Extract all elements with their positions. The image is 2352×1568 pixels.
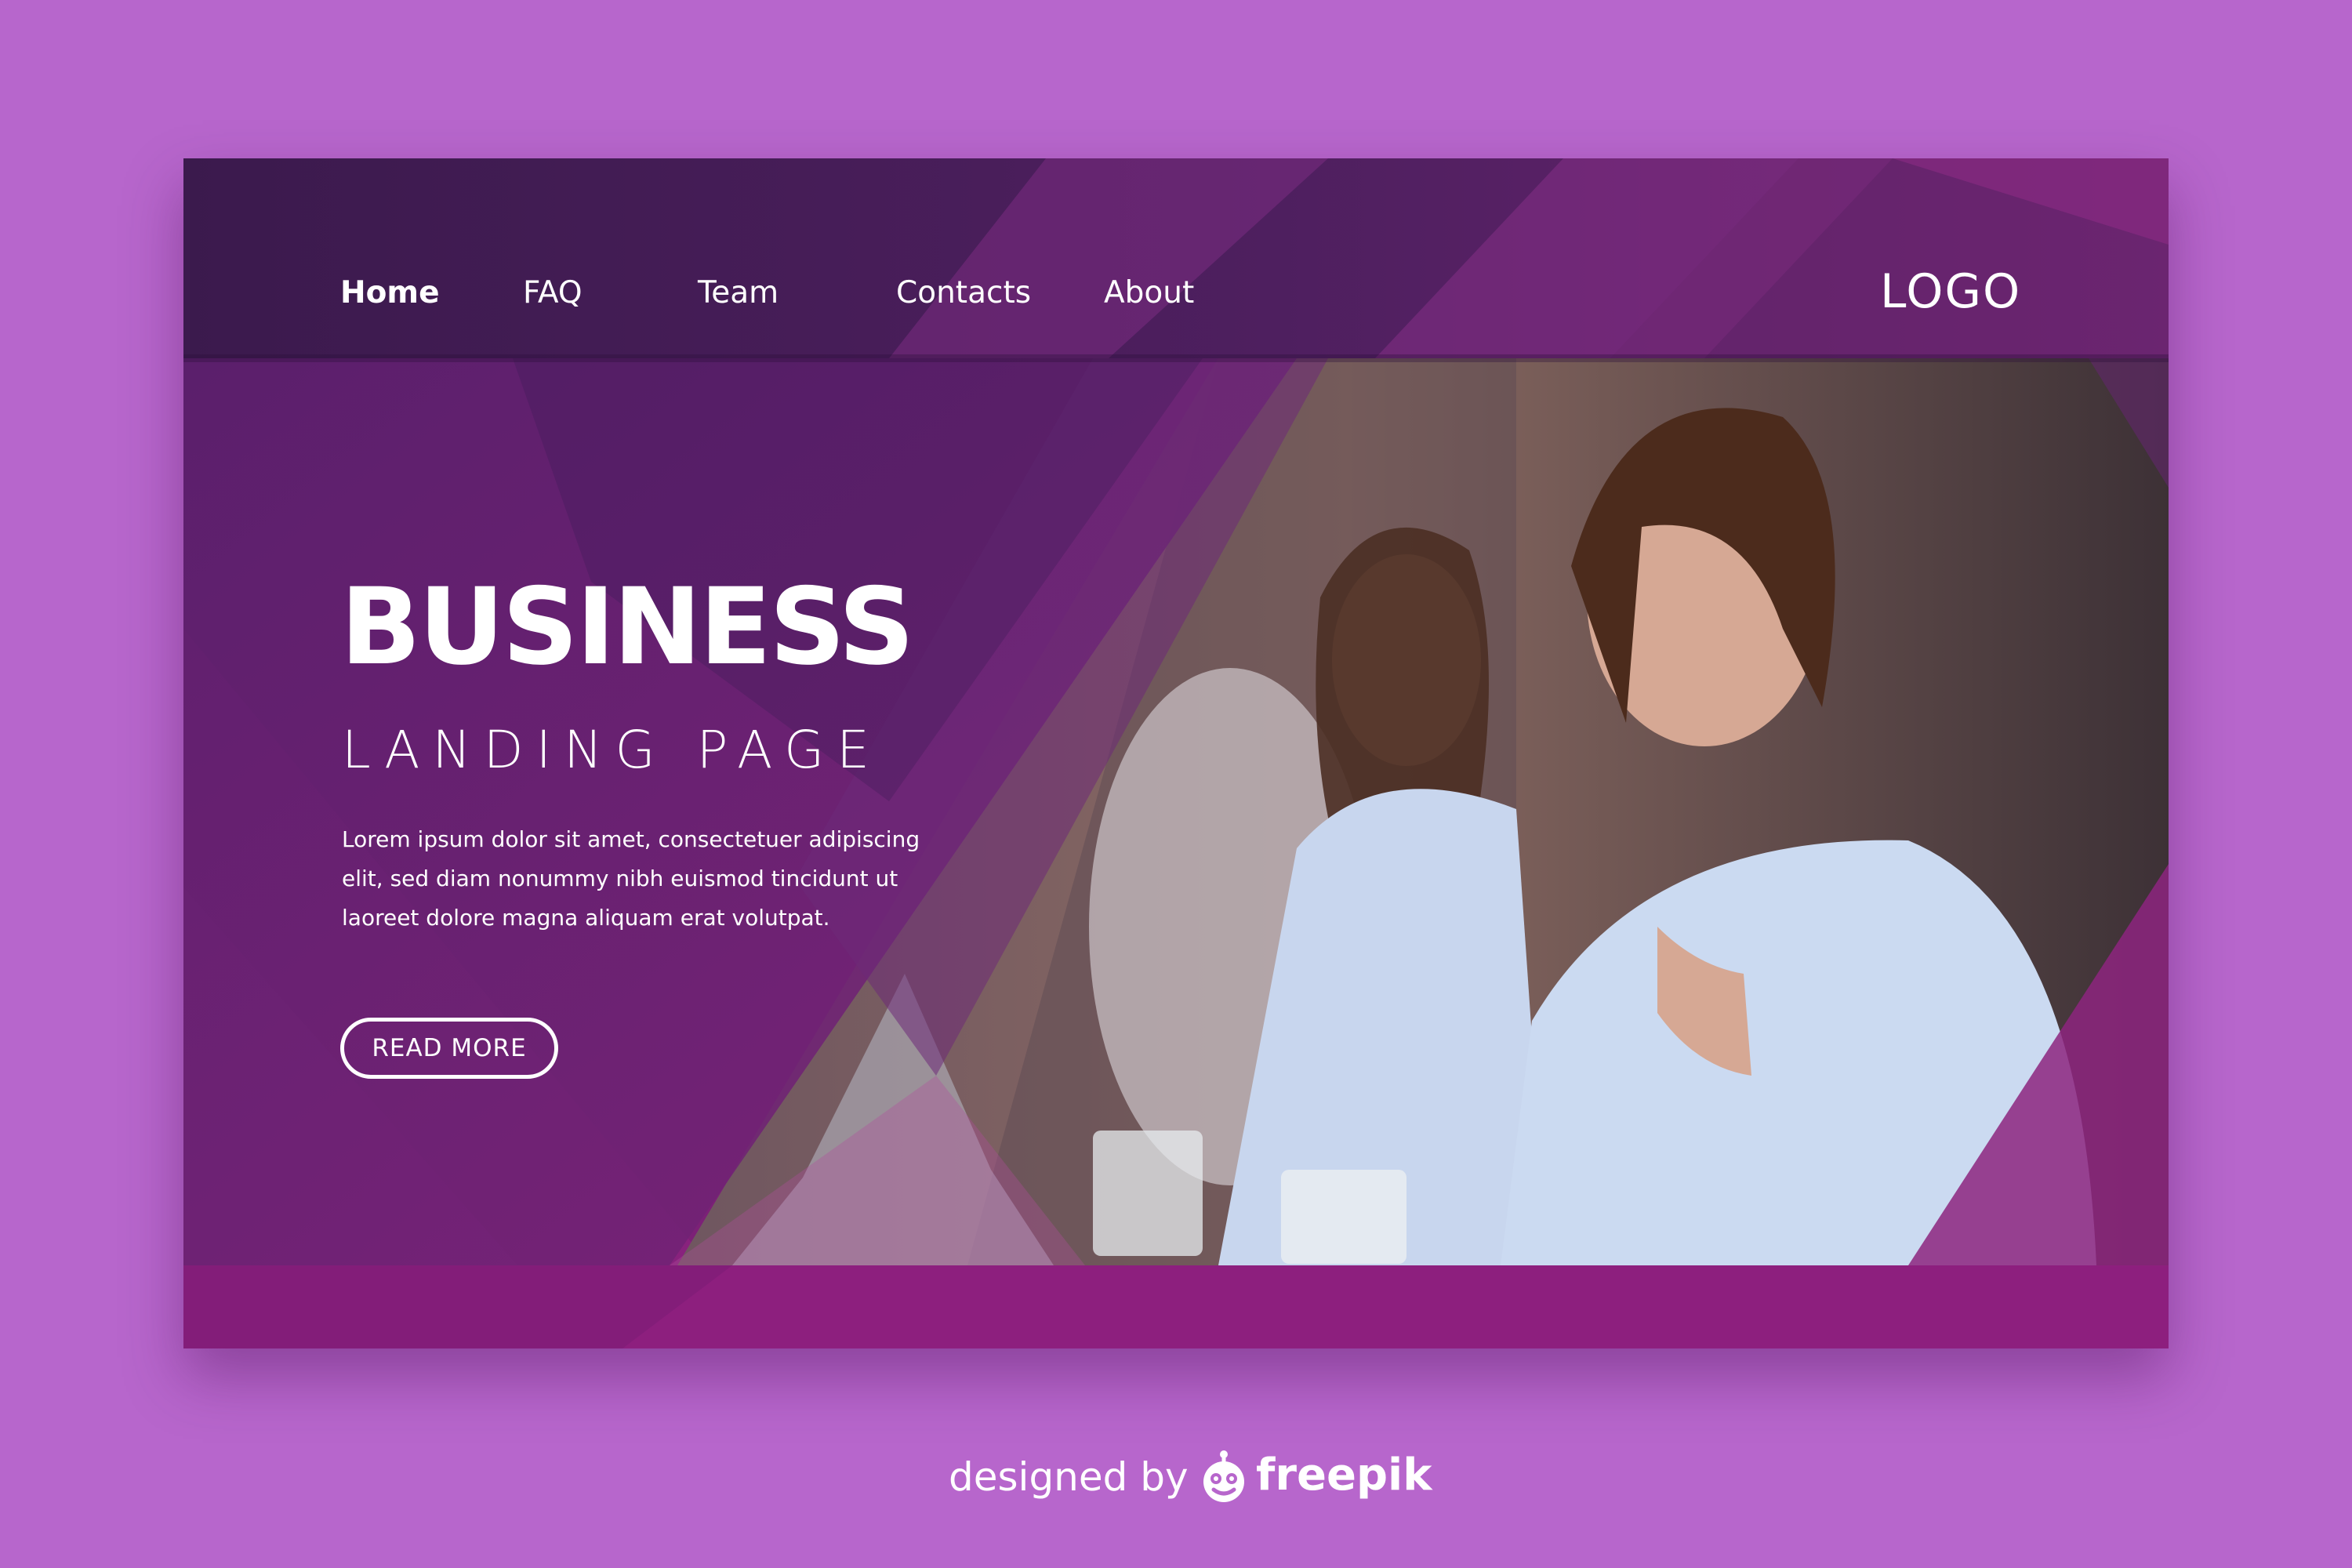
nav-item-contacts[interactable]: Contacts [896,270,1031,317]
nav-bar: Home FAQ Team Contacts About LOGO [183,158,2169,358]
freepik-wordmark[interactable]: freepik [1256,1450,1432,1501]
freepik-mascot-icon [1203,1450,1244,1502]
hero-description-line: laoreet dolore magna aliquam erat volutp… [342,905,830,931]
hero-description-line: Lorem ipsum dolor sit amet, consectetuer… [342,826,920,852]
nav-item-home[interactable]: Home [340,270,440,317]
landing-page-card: Home FAQ Team Contacts About LOGO BUSINE… [183,158,2169,1348]
hero-description: Lorem ipsum dolor sit amet, consectetuer… [342,820,969,938]
nav-item-about[interactable]: About [1104,270,1194,317]
nav-item-team[interactable]: Team [698,270,779,317]
attribution-prefix: designed by [949,1454,1189,1500]
hero-title: BUSINESS [340,565,915,688]
hero-subtitle: LANDING PAGE [342,720,882,780]
attribution: designed by freepik [949,1447,1432,1507]
logo[interactable]: LOGO [1880,260,2021,323]
read-more-button[interactable]: READ MORE [340,1018,558,1079]
hero-description-line: elit, sed diam nonummy nibh euismod tinc… [342,866,898,891]
nav-item-faq[interactable]: FAQ [523,270,583,317]
